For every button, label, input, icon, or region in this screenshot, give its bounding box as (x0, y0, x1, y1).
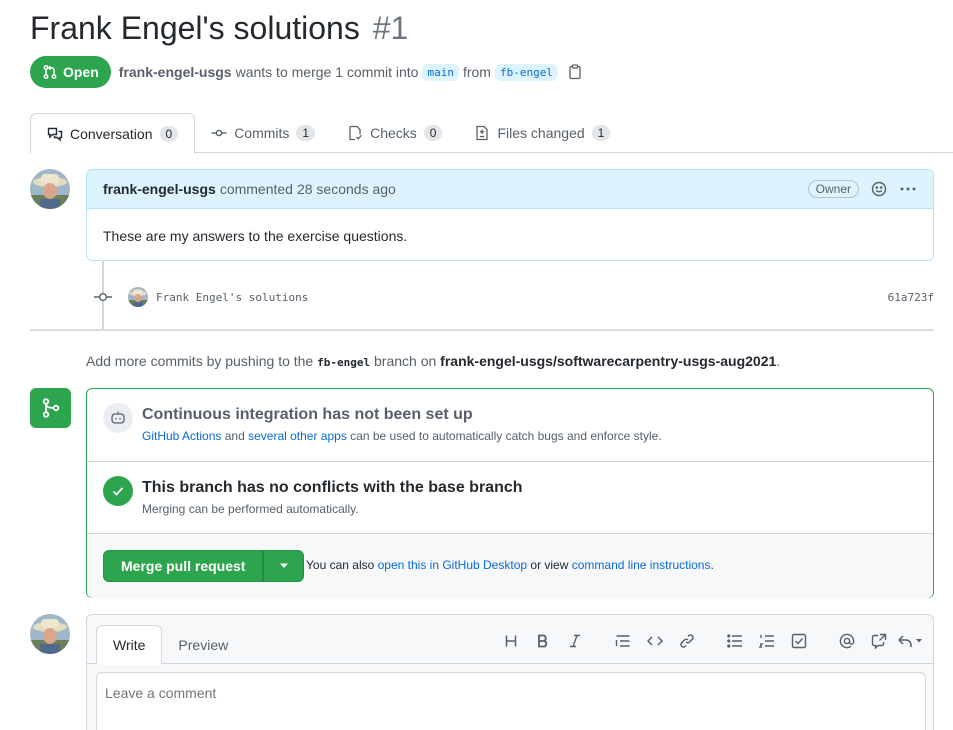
code-icon[interactable] (639, 631, 671, 651)
comment-body: These are my answers to the exercise que… (103, 228, 408, 244)
pr-title: Frank Engel's solutions #1 (30, 10, 408, 47)
pr-author-link[interactable]: frank-engel-usgs (119, 64, 232, 80)
copy-icon[interactable] (568, 64, 582, 80)
pr-tabs: Conversation 0 Commits 1 Checks 0 Files … (30, 113, 953, 154)
comment-discussion-icon (47, 126, 63, 142)
from-text: from (462, 64, 491, 80)
avatar[interactable] (30, 614, 70, 654)
ci-and: and (224, 429, 245, 443)
tab-label: Checks (370, 125, 417, 141)
git-pull-request-icon (42, 64, 58, 80)
quote-icon[interactable] (607, 631, 639, 651)
commit-sha-link[interactable]: 61a723f (888, 291, 934, 304)
link-icon[interactable] (671, 631, 703, 651)
robot-icon (103, 403, 133, 433)
push-note-suffix: . (776, 353, 781, 369)
tab-counter: 0 (423, 125, 443, 141)
avatar[interactable] (30, 169, 70, 209)
pr-state-row: Open frank-engel-usgs wants to merge 1 c… (30, 56, 582, 88)
unordered-list-icon[interactable] (719, 631, 751, 651)
commit-row: Frank Engel's solutions 61a723f (94, 286, 934, 308)
merge-alt-mid: or view (530, 558, 569, 572)
tab-conversation[interactable]: Conversation 0 (30, 113, 196, 154)
pr-number: #1 (372, 10, 409, 46)
merge-box: Continuous integration has not been set … (86, 388, 934, 598)
owner-badge: Owner (807, 180, 859, 198)
command-line-link[interactable]: command line instructions (572, 558, 711, 572)
comment-textarea[interactable] (96, 672, 926, 730)
comment-author-link[interactable]: frank-engel-usgs (103, 181, 216, 197)
bold-icon[interactable] (527, 631, 559, 651)
git-merge-icon (30, 388, 71, 428)
cross-reference-icon[interactable] (863, 631, 895, 651)
italic-icon[interactable] (559, 631, 591, 651)
merge-summary-text: wants to merge 1 commit into (235, 64, 419, 80)
merge-button-group: Merge pull request (103, 550, 305, 582)
ci-rest: can be used to automatically catch bugs … (350, 429, 662, 443)
timeline-divider (30, 329, 934, 331)
merge-summary: frank-engel-usgs wants to merge 1 commit… (119, 63, 582, 81)
new-comment-form: Write Preview (86, 614, 934, 730)
kebab-horizontal-icon[interactable] (899, 181, 917, 197)
comment-header: frank-engel-usgs commented 28 seconds ag… (87, 170, 933, 209)
tab-checks[interactable]: Checks 0 (331, 113, 458, 153)
comment-box: frank-engel-usgs commented 28 seconds ag… (86, 169, 934, 261)
ci-section: Continuous integration has not been set … (87, 389, 933, 462)
merge-actions: Merge pull request You can also open thi… (87, 534, 933, 598)
commit-message-link[interactable]: Frank Engel's solutions (156, 291, 308, 304)
merge-options-dropdown[interactable] (263, 550, 305, 582)
merge-pull-request-button[interactable]: Merge pull request (103, 550, 264, 582)
markdown-toolbar (495, 631, 927, 651)
conflicts-title: This branch has no conflicts with the ba… (142, 479, 523, 496)
tab-counter: 1 (296, 125, 316, 141)
mention-icon[interactable] (831, 631, 863, 651)
reply-icon[interactable] (895, 631, 927, 651)
write-tabs: Write Preview (96, 625, 244, 665)
head-branch[interactable]: fb-engel (494, 63, 558, 81)
merge-alt-prefix: You can also (306, 558, 375, 572)
tasklist-icon[interactable] (783, 631, 815, 651)
check-icon (103, 476, 133, 506)
git-commit-icon (211, 125, 227, 141)
triangle-down-icon (279, 563, 289, 569)
state-badge: Open (30, 56, 111, 88)
other-apps-link[interactable]: several other apps (248, 429, 347, 443)
push-note-branch: fb-engel (317, 356, 371, 369)
checklist-icon (347, 125, 363, 141)
merge-alt-suffix: . (710, 558, 714, 572)
tab-label: Files changed (497, 125, 585, 141)
tab-counter: 1 (591, 125, 611, 141)
merge-alternatives: You can also open this in GitHub Desktop… (306, 558, 714, 572)
push-note-middle: branch on (374, 353, 437, 369)
tab-label: Conversation (70, 125, 153, 142)
push-note: Add more commits by pushing to the fb-en… (86, 353, 780, 369)
ordered-list-icon[interactable] (751, 631, 783, 651)
git-commit-icon (94, 289, 112, 305)
tab-commits[interactable]: Commits 1 (195, 113, 331, 153)
ci-title: Continuous integration has not been set … (142, 406, 473, 423)
heading-icon[interactable] (495, 631, 527, 651)
file-diff-icon (474, 125, 490, 141)
open-desktop-link[interactable]: open this in GitHub Desktop (378, 558, 527, 572)
smiley-icon[interactable] (871, 181, 887, 197)
base-branch[interactable]: main (422, 63, 459, 81)
commit-author-avatar[interactable] (128, 287, 148, 307)
push-note-prefix: Add more commits by pushing to the (86, 353, 314, 369)
tab-counter: 0 (159, 125, 179, 142)
github-actions-link[interactable]: GitHub Actions (142, 429, 221, 443)
pr-title-text: Frank Engel's solutions (30, 10, 360, 46)
conflicts-section: This branch has no conflicts with the ba… (87, 462, 933, 534)
state-label: Open (63, 64, 99, 80)
conflicts-subtitle: Merging can be performed automatically. (142, 502, 359, 516)
comment-timestamp[interactable]: 28 seconds ago (297, 181, 396, 197)
push-note-repo: frank-engel-usgs/softwarecarpentry-usgs-… (440, 353, 777, 369)
tab-files-changed[interactable]: Files changed 1 (458, 113, 626, 153)
comment-action: commented (219, 181, 293, 197)
ci-subtitle: GitHub Actions and several other apps ca… (142, 429, 662, 443)
tab-write[interactable]: Write (96, 625, 163, 665)
tab-label: Commits (234, 125, 290, 141)
tab-preview[interactable]: Preview (162, 625, 244, 664)
